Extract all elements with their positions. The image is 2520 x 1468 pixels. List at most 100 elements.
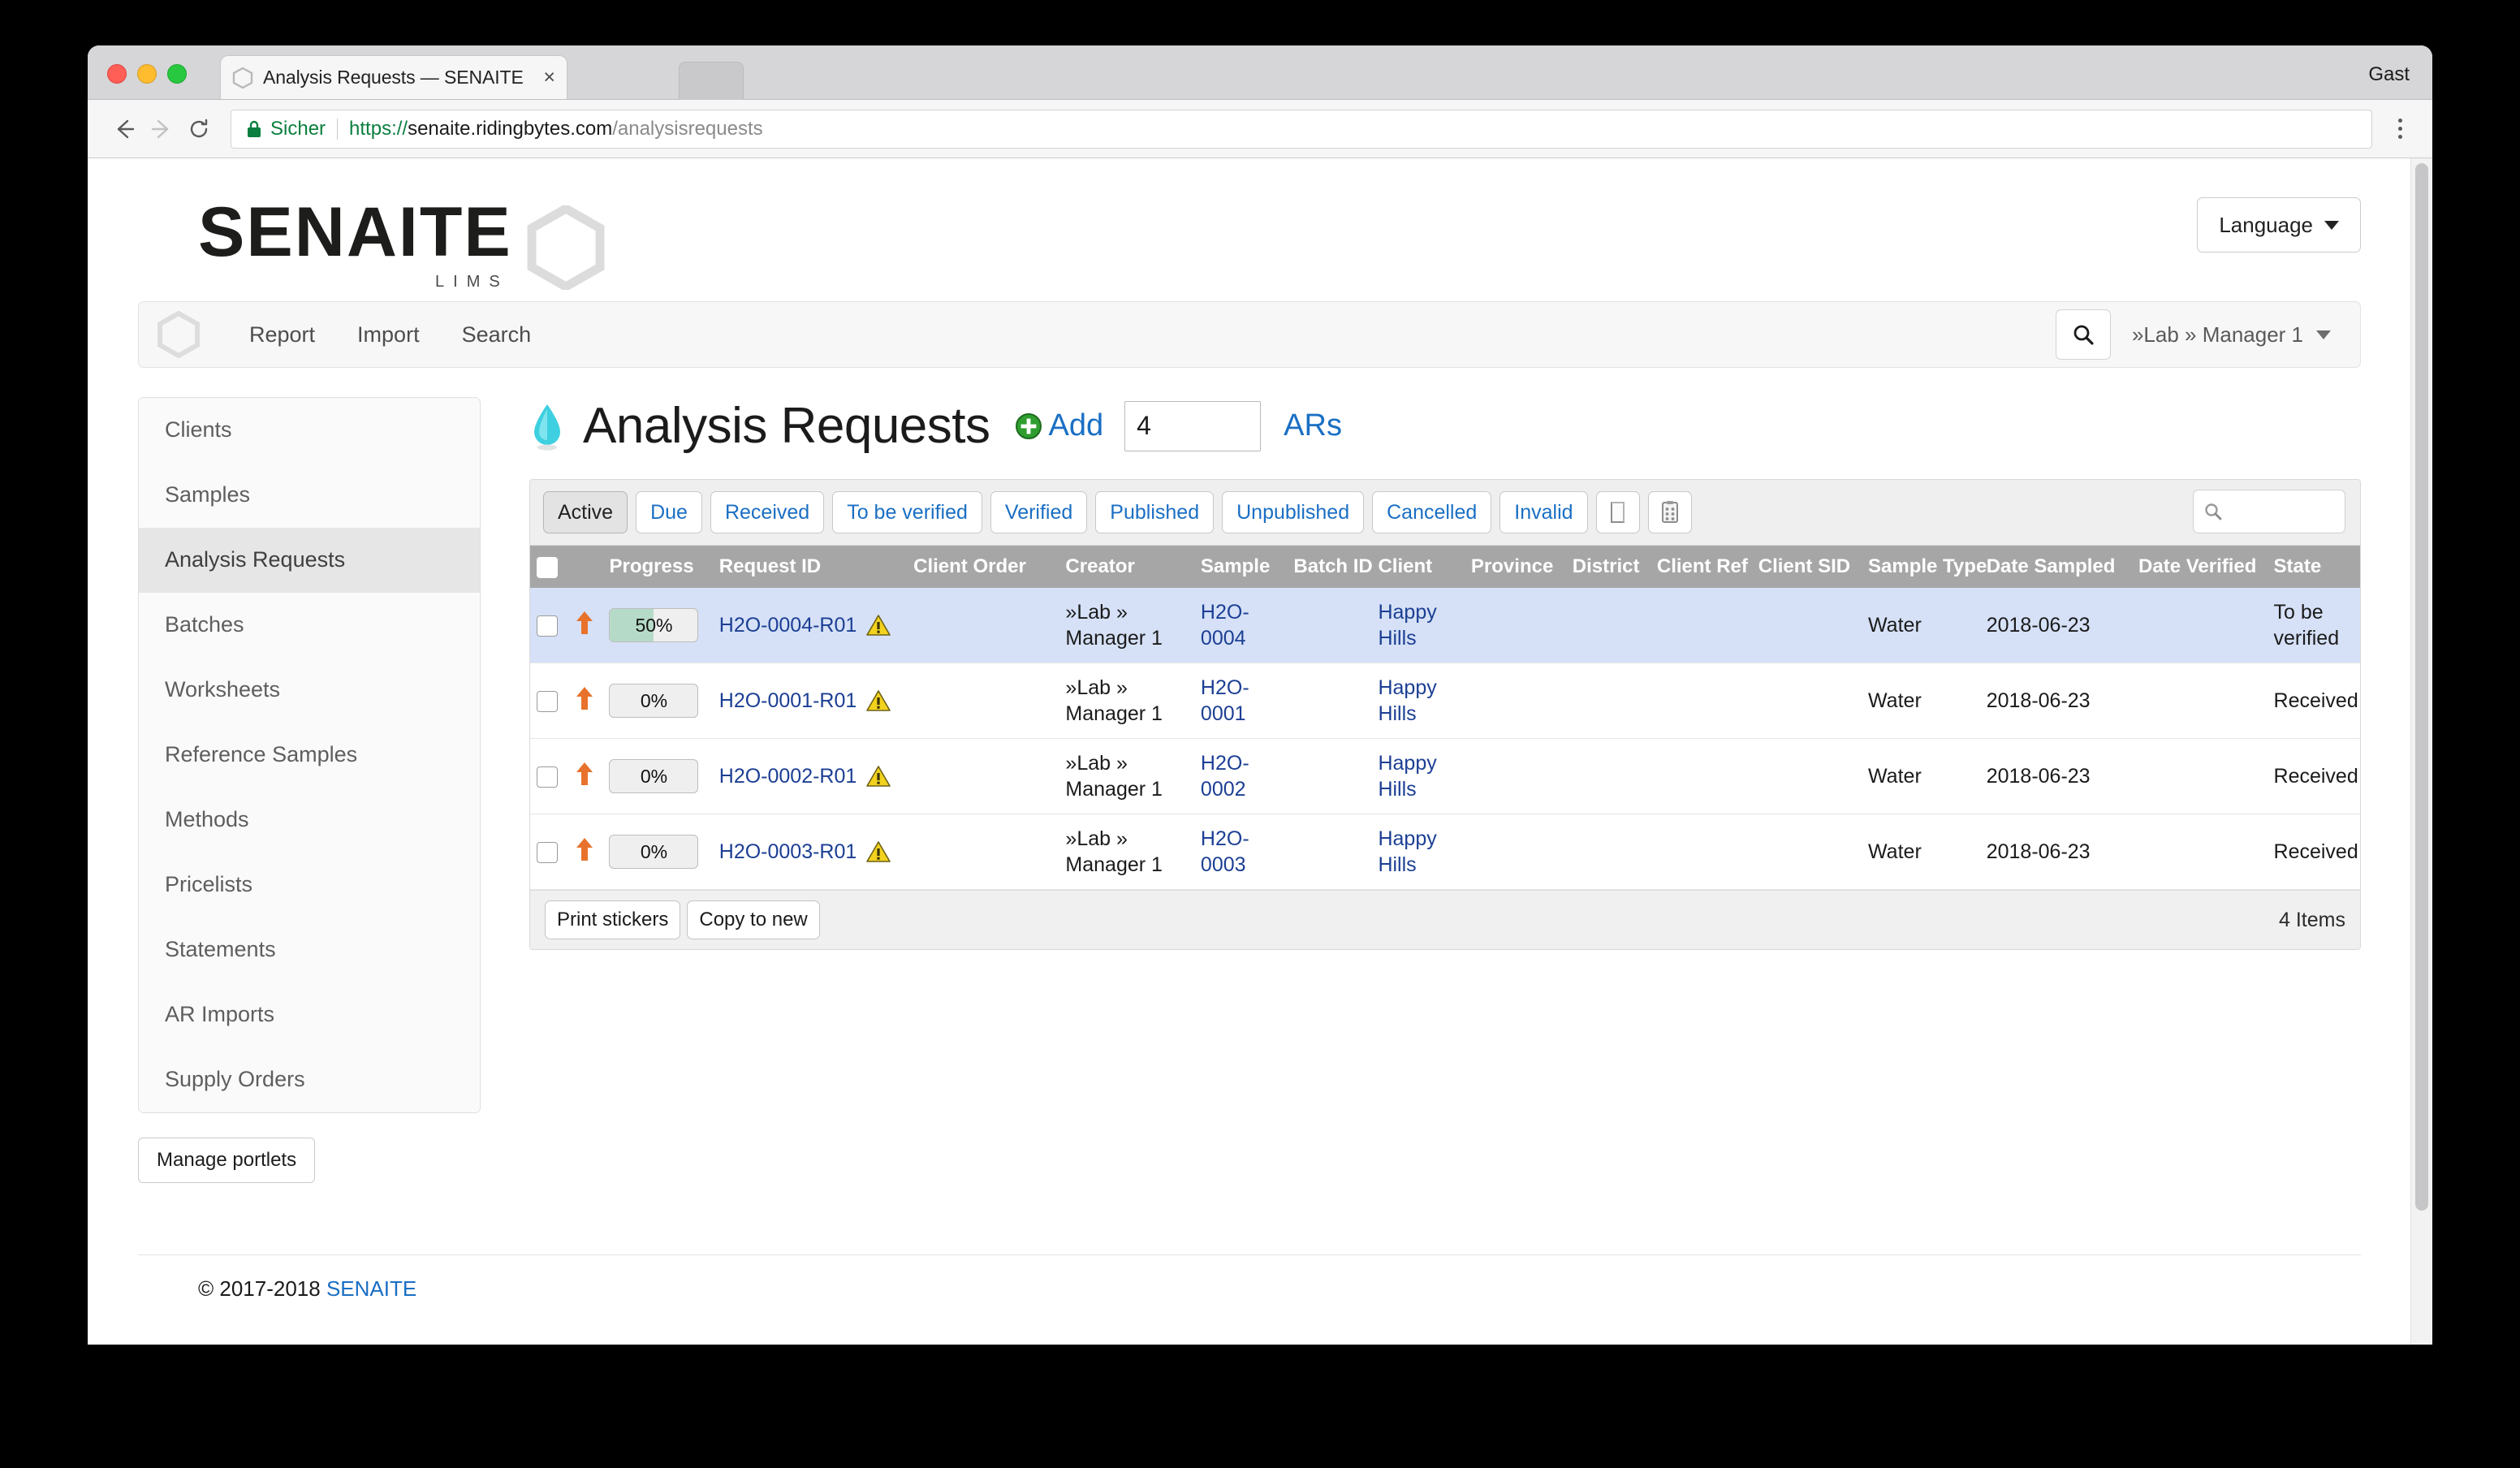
client-link[interactable]: Happy Hills (1378, 827, 1436, 876)
table-row[interactable]: 0% H2O-0001-R01 »Lab » Manager 1 H2O-0001 Ha… (530, 663, 2360, 739)
close-window-button[interactable] (107, 64, 127, 84)
sidebar-item-ar-imports[interactable]: AR Imports (139, 982, 480, 1047)
chrome-menu-icon[interactable] (2385, 110, 2414, 148)
reload-button-icon[interactable] (180, 110, 218, 148)
nav-item-report[interactable]: Report (228, 322, 336, 348)
minimize-window-button[interactable] (137, 64, 157, 84)
column-header-client-order[interactable]: Client Order (907, 546, 1059, 588)
sample-link[interactable]: H2O-0002 (1201, 752, 1249, 801)
column-header-client-sid[interactable]: Client SID (1751, 546, 1862, 588)
request-id-link[interactable]: H2O-0003-R01 (719, 840, 857, 864)
print-stickers-icon[interactable] (1647, 491, 1692, 533)
column-header-request-id[interactable]: Request ID (712, 546, 908, 588)
back-button-icon[interactable] (106, 110, 143, 148)
column-header-province[interactable]: Province (1464, 546, 1566, 588)
filter-tab-invalid[interactable]: Invalid (1499, 491, 1588, 533)
ar-count-input[interactable] (1124, 400, 1262, 451)
sidebar-item-statements[interactable]: Statements (139, 918, 480, 982)
table-row[interactable]: 0% H2O-0003-R01 »Lab » Manager 1 H2O-0003 Ha… (530, 814, 2360, 890)
client-link[interactable]: Happy Hills (1378, 601, 1436, 650)
page-title: Analysis Requests (583, 398, 990, 454)
request-id-cell: H2O-0002-R01 (712, 738, 908, 814)
logo-wordmark: SENAITE (198, 193, 512, 271)
listing-search-box[interactable] (2193, 490, 2345, 533)
sidebar-item-worksheets[interactable]: Worksheets (139, 658, 480, 723)
sample-link[interactable]: H2O-0004 (1201, 601, 1249, 650)
client-link[interactable]: Happy Hills (1378, 752, 1436, 801)
close-tab-icon[interactable]: × (543, 67, 555, 88)
column-header-client[interactable]: Client (1371, 546, 1465, 588)
client-cell: Happy Hills (1371, 738, 1465, 814)
sidebar-item-batches[interactable]: Batches (139, 593, 480, 658)
sidebar-item-analysis-requests[interactable]: Analysis Requests (139, 528, 480, 593)
row-checkbox[interactable] (537, 766, 558, 788)
column-header-batch-id[interactable]: Batch ID (1287, 546, 1373, 588)
nav-item-search[interactable]: Search (441, 322, 553, 348)
footer-brand[interactable]: SENAITE (326, 1276, 416, 1301)
column-header-sample[interactable]: Sample (1193, 546, 1288, 588)
table-row[interactable]: 0% H2O-0002-R01 »Lab » Manager 1 H2O-0002 Ha… (530, 738, 2360, 814)
sidebar-item-samples[interactable]: Samples (139, 463, 480, 528)
filter-tab-received[interactable]: Received (710, 491, 825, 533)
client-link[interactable]: Happy Hills (1378, 676, 1436, 725)
column-header-client-ref[interactable]: Client Ref (1650, 546, 1752, 588)
row-checkbox[interactable] (537, 690, 558, 712)
filter-tab-active[interactable]: Active (543, 491, 628, 533)
column-header-creator[interactable]: Creator (1059, 546, 1194, 588)
senaite-logo[interactable]: SENAITE LIMS (198, 193, 605, 294)
print-page-icon[interactable] (1595, 491, 1640, 533)
filter-tab-cancelled[interactable]: Cancelled (1372, 491, 1492, 533)
background-tab[interactable] (679, 62, 744, 100)
request-id-link[interactable]: H2O-0001-R01 (719, 689, 857, 713)
sidebar-item-pricelists[interactable]: Pricelists (139, 853, 480, 918)
sample-link[interactable]: H2O-0001 (1201, 676, 1249, 725)
column-header-district[interactable]: District (1565, 546, 1651, 588)
sidebar-item-methods[interactable]: Methods (139, 788, 480, 853)
home-hexagon-icon[interactable] (157, 311, 201, 358)
request-id-link[interactable]: H2O-0002-R01 (719, 765, 857, 788)
scrollbar-thumb[interactable] (2415, 163, 2428, 1211)
progress-bar: 0% (609, 759, 699, 793)
chrome-profile-label[interactable]: Gast (2368, 63, 2410, 86)
page-viewport: SENAITE LIMS Language Report Import Sear… (88, 158, 2432, 1345)
select-all-checkbox[interactable] (537, 556, 558, 578)
sidebar-item-reference-samples[interactable]: Reference Samples (139, 723, 480, 788)
sidebar-item-label: Worksheets (165, 677, 281, 702)
add-ars-link[interactable]: Add (1015, 408, 1103, 443)
filter-tab-to-be-verified[interactable]: To be verified (832, 491, 982, 533)
address-bar[interactable]: Sicher https://senaite.ridingbytes.com/a… (231, 109, 2372, 149)
column-header-state[interactable]: State (2267, 546, 2360, 588)
column-header-date-sampled[interactable]: Date Sampled (1979, 546, 2133, 588)
column-header-progress[interactable]: Progress (602, 546, 713, 588)
filter-tab-unpublished[interactable]: Unpublished (1222, 491, 1365, 533)
search-input[interactable] (2229, 500, 2330, 523)
filter-tab-verified[interactable]: Verified (990, 491, 1088, 533)
user-menu[interactable]: »Lab » Manager 1 (2132, 322, 2342, 348)
sample-cell: H2O-0001 (1193, 663, 1288, 739)
row-checkbox[interactable] (537, 615, 558, 637)
nav-item-import[interactable]: Import (336, 322, 441, 348)
table-row[interactable]: 50% H2O-0004-R01 »Lab » Manager 1 H2O-0004 H… (530, 588, 2360, 663)
print-stickers-button[interactable]: Print stickers (545, 900, 681, 939)
ars-label[interactable]: ARs (1284, 408, 1342, 443)
column-header-sample-type[interactable]: Sample Type (1862, 546, 1987, 588)
priority-cell (567, 738, 603, 814)
browser-tab[interactable]: Analysis Requests — SENAITE × (220, 55, 567, 99)
filter-tab-due[interactable]: Due (636, 491, 702, 533)
request-id-link[interactable]: H2O-0004-R01 (719, 614, 857, 637)
page-scrollbar[interactable] (2410, 158, 2432, 1345)
filter-tab-published[interactable]: Published (1095, 491, 1215, 533)
manage-portlets-button[interactable]: Manage portlets (138, 1138, 316, 1183)
sidebar-item-supply-orders[interactable]: Supply Orders (139, 1047, 480, 1112)
sample-link[interactable]: H2O-0003 (1201, 827, 1249, 876)
row-checkbox[interactable] (537, 841, 558, 863)
column-header-date-verified[interactable]: Date Verified (2132, 546, 2268, 588)
progress-label: 0% (640, 689, 668, 711)
copy-to-new-button[interactable]: Copy to new (687, 900, 820, 939)
forward-button-icon[interactable] (143, 110, 180, 148)
sidebar-item-clients[interactable]: Clients (139, 398, 480, 463)
search-icon[interactable] (2055, 309, 2111, 360)
sample-type-cell: Water (1862, 814, 1980, 890)
language-button[interactable]: Language (2197, 197, 2361, 253)
maximize-window-button[interactable] (167, 64, 187, 84)
